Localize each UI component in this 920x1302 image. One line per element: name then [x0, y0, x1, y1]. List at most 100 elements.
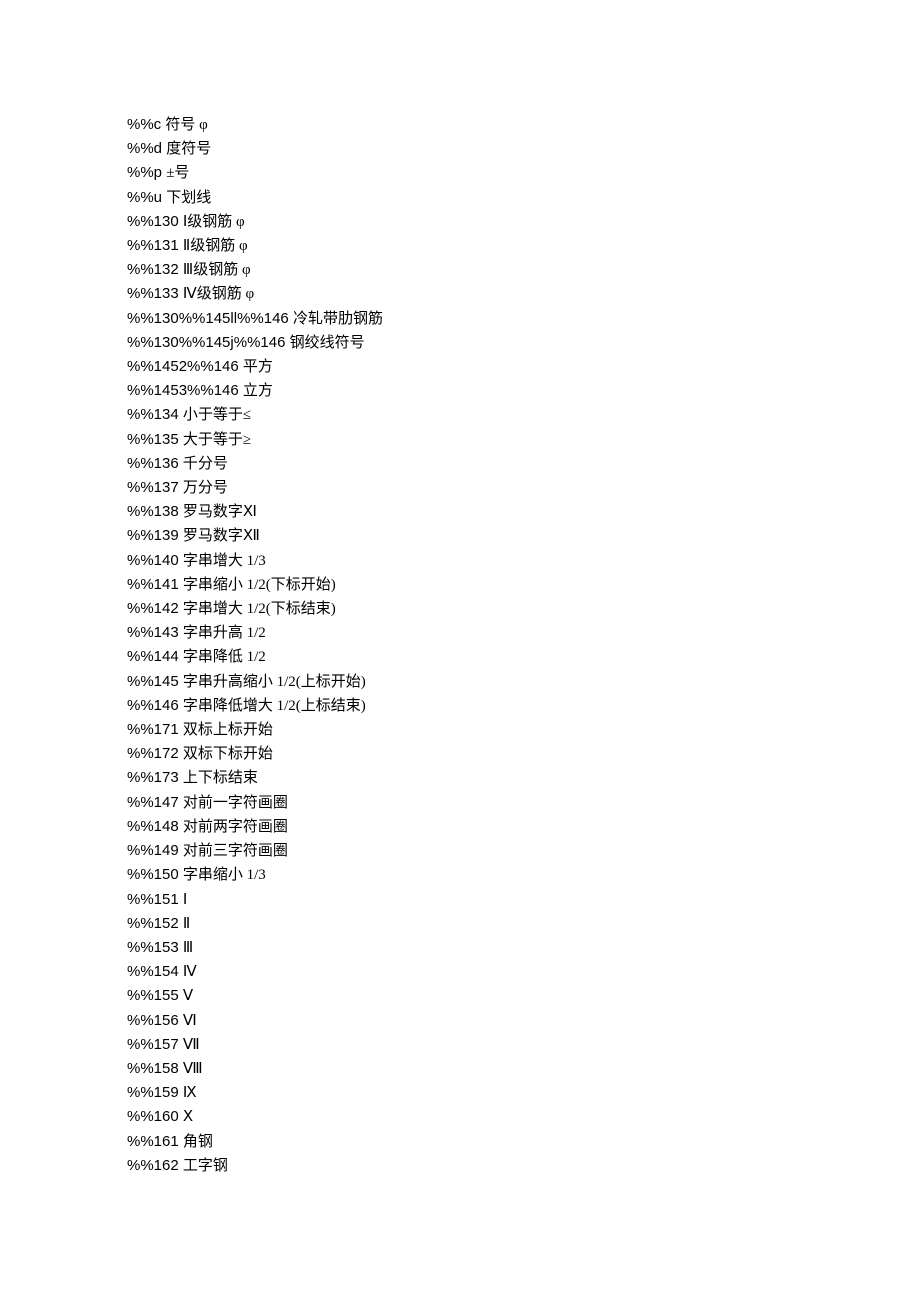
- code-text: %%151: [127, 891, 179, 908]
- code-text: %%136: [127, 455, 179, 472]
- desc-text: 大于等于≥: [183, 432, 251, 448]
- desc-text: Ⅱ级钢筋 φ: [183, 238, 248, 254]
- line-item: %%172 双标下标开始: [127, 742, 920, 766]
- desc-text: 字串增大 1/2(下标结束): [183, 601, 336, 617]
- code-text: %%130: [127, 213, 179, 230]
- line-item: %%160 Ⅹ: [127, 1105, 920, 1129]
- line-item: %%139 罗马数字Ⅻ: [127, 524, 920, 548]
- line-item: %%152 Ⅱ: [127, 912, 920, 936]
- code-text: %%144: [127, 648, 179, 665]
- code-text: %%139: [127, 527, 179, 544]
- code-text: %%131: [127, 237, 179, 254]
- desc-text: Ⅰ: [183, 892, 187, 908]
- line-item: %%d 度符号: [127, 137, 920, 161]
- desc-text: Ⅳ级钢筋 φ: [183, 286, 254, 302]
- code-text: %%150: [127, 866, 179, 883]
- line-item: %%171 双标上标开始: [127, 718, 920, 742]
- desc-text: 冷轧带肋钢筋: [293, 311, 383, 327]
- line-item: %%162 工字钢: [127, 1154, 920, 1178]
- desc-text: 小于等于≤: [183, 407, 251, 423]
- code-text: %%135: [127, 431, 179, 448]
- desc-text: Ⅷ: [183, 1061, 203, 1077]
- line-item: %%148 对前两字符画圈: [127, 815, 920, 839]
- line-item: %%130%%145ll%%146 冷轧带肋钢筋: [127, 307, 920, 331]
- desc-text: Ⅰ级钢筋 φ: [183, 214, 245, 230]
- code-text: %%146: [127, 697, 179, 714]
- line-item: %%157 Ⅶ: [127, 1033, 920, 1057]
- code-text: %%133: [127, 285, 179, 302]
- desc-text: Ⅵ: [183, 1013, 197, 1029]
- code-text: %%132: [127, 261, 179, 278]
- code-text: %%d: [127, 140, 162, 157]
- line-item: %%c 符号 φ: [127, 113, 920, 137]
- desc-text: 工字钢: [183, 1158, 228, 1174]
- desc-text: Ⅳ: [183, 964, 197, 980]
- line-item: %%154 Ⅳ: [127, 960, 920, 984]
- code-text: %%130%%145ll%%146: [127, 310, 289, 327]
- code-text: %%1453%%146: [127, 382, 239, 399]
- line-item: %%156 Ⅵ: [127, 1009, 920, 1033]
- code-text: %%138: [127, 503, 179, 520]
- code-text: %%171: [127, 721, 179, 738]
- line-item: %%151 Ⅰ: [127, 888, 920, 912]
- code-text: %%145: [127, 673, 179, 690]
- code-text: %%u: [127, 189, 162, 206]
- code-text: %%172: [127, 745, 179, 762]
- line-item: %%150 字串缩小 1/3: [127, 863, 920, 887]
- line-item: %%131 Ⅱ级钢筋 φ: [127, 234, 920, 258]
- line-item: %%144 字串降低 1/2: [127, 645, 920, 669]
- document-page: %%c 符号 φ%%d 度符号%%p ±号%%u 下划线%%130 Ⅰ级钢筋 φ…: [0, 0, 920, 1178]
- desc-text: 字串升高 1/2: [183, 625, 266, 641]
- code-text: %%1452%%146: [127, 358, 239, 375]
- line-item: %%p ±号: [127, 161, 920, 185]
- desc-text: 立方: [243, 383, 273, 399]
- line-item: %%141 字串缩小 1/2(下标开始): [127, 573, 920, 597]
- code-text: %%155: [127, 987, 179, 1004]
- code-text: %%161: [127, 1133, 179, 1150]
- code-text: %%148: [127, 818, 179, 835]
- code-text: %%159: [127, 1084, 179, 1101]
- desc-text: 字串缩小 1/3: [183, 867, 266, 883]
- line-item: %%136 千分号: [127, 452, 920, 476]
- line-item: %%140 字串增大 1/3: [127, 549, 920, 573]
- line-item: %%149 对前三字符画圈: [127, 839, 920, 863]
- line-item: %%143 字串升高 1/2: [127, 621, 920, 645]
- desc-text: Ⅲ级钢筋 φ: [183, 262, 251, 278]
- code-text: %%173: [127, 769, 179, 786]
- code-text: %%130%%145j%%146: [127, 334, 285, 351]
- line-item: %%1452%%146 平方: [127, 355, 920, 379]
- line-item: %%158 Ⅷ: [127, 1057, 920, 1081]
- desc-text: 字串降低增大 1/2(上标结束): [183, 698, 366, 714]
- line-item: %%146 字串降低增大 1/2(上标结束): [127, 694, 920, 718]
- desc-text: 对前一字符画圈: [183, 795, 288, 811]
- line-item: %%147 对前一字符画圈: [127, 791, 920, 815]
- desc-text: 罗马数字Ⅻ: [183, 528, 260, 544]
- code-text: %%142: [127, 600, 179, 617]
- code-text: %%c: [127, 116, 161, 133]
- desc-text: Ⅶ: [183, 1037, 200, 1053]
- line-item: %%155 Ⅴ: [127, 984, 920, 1008]
- desc-text: 双标下标开始: [183, 746, 273, 762]
- line-item: %%130 Ⅰ级钢筋 φ: [127, 210, 920, 234]
- desc-text: 对前三字符画圈: [183, 843, 288, 859]
- desc-text: 双标上标开始: [183, 722, 273, 738]
- line-item: %%1453%%146 立方: [127, 379, 920, 403]
- code-text: %%147: [127, 794, 179, 811]
- desc-text: 罗马数字Ⅺ: [183, 504, 257, 520]
- desc-text: Ⅹ: [183, 1109, 193, 1125]
- line-item: %%145 字串升高缩小 1/2(上标开始): [127, 670, 920, 694]
- code-text: %%143: [127, 624, 179, 641]
- desc-text: 字串升高缩小 1/2(上标开始): [183, 674, 366, 690]
- desc-text: 对前两字符画圈: [183, 819, 288, 835]
- line-item: %%138 罗马数字Ⅺ: [127, 500, 920, 524]
- desc-text: Ⅸ: [183, 1085, 197, 1101]
- code-text: %%140: [127, 552, 179, 569]
- code-text: %%149: [127, 842, 179, 859]
- code-text: %%137: [127, 479, 179, 496]
- line-item: %%153 Ⅲ: [127, 936, 920, 960]
- line-item: %%132 Ⅲ级钢筋 φ: [127, 258, 920, 282]
- code-text: %%152: [127, 915, 179, 932]
- code-text: %%134: [127, 406, 179, 423]
- line-item: %%142 字串增大 1/2(下标结束): [127, 597, 920, 621]
- code-text: %%162: [127, 1157, 179, 1174]
